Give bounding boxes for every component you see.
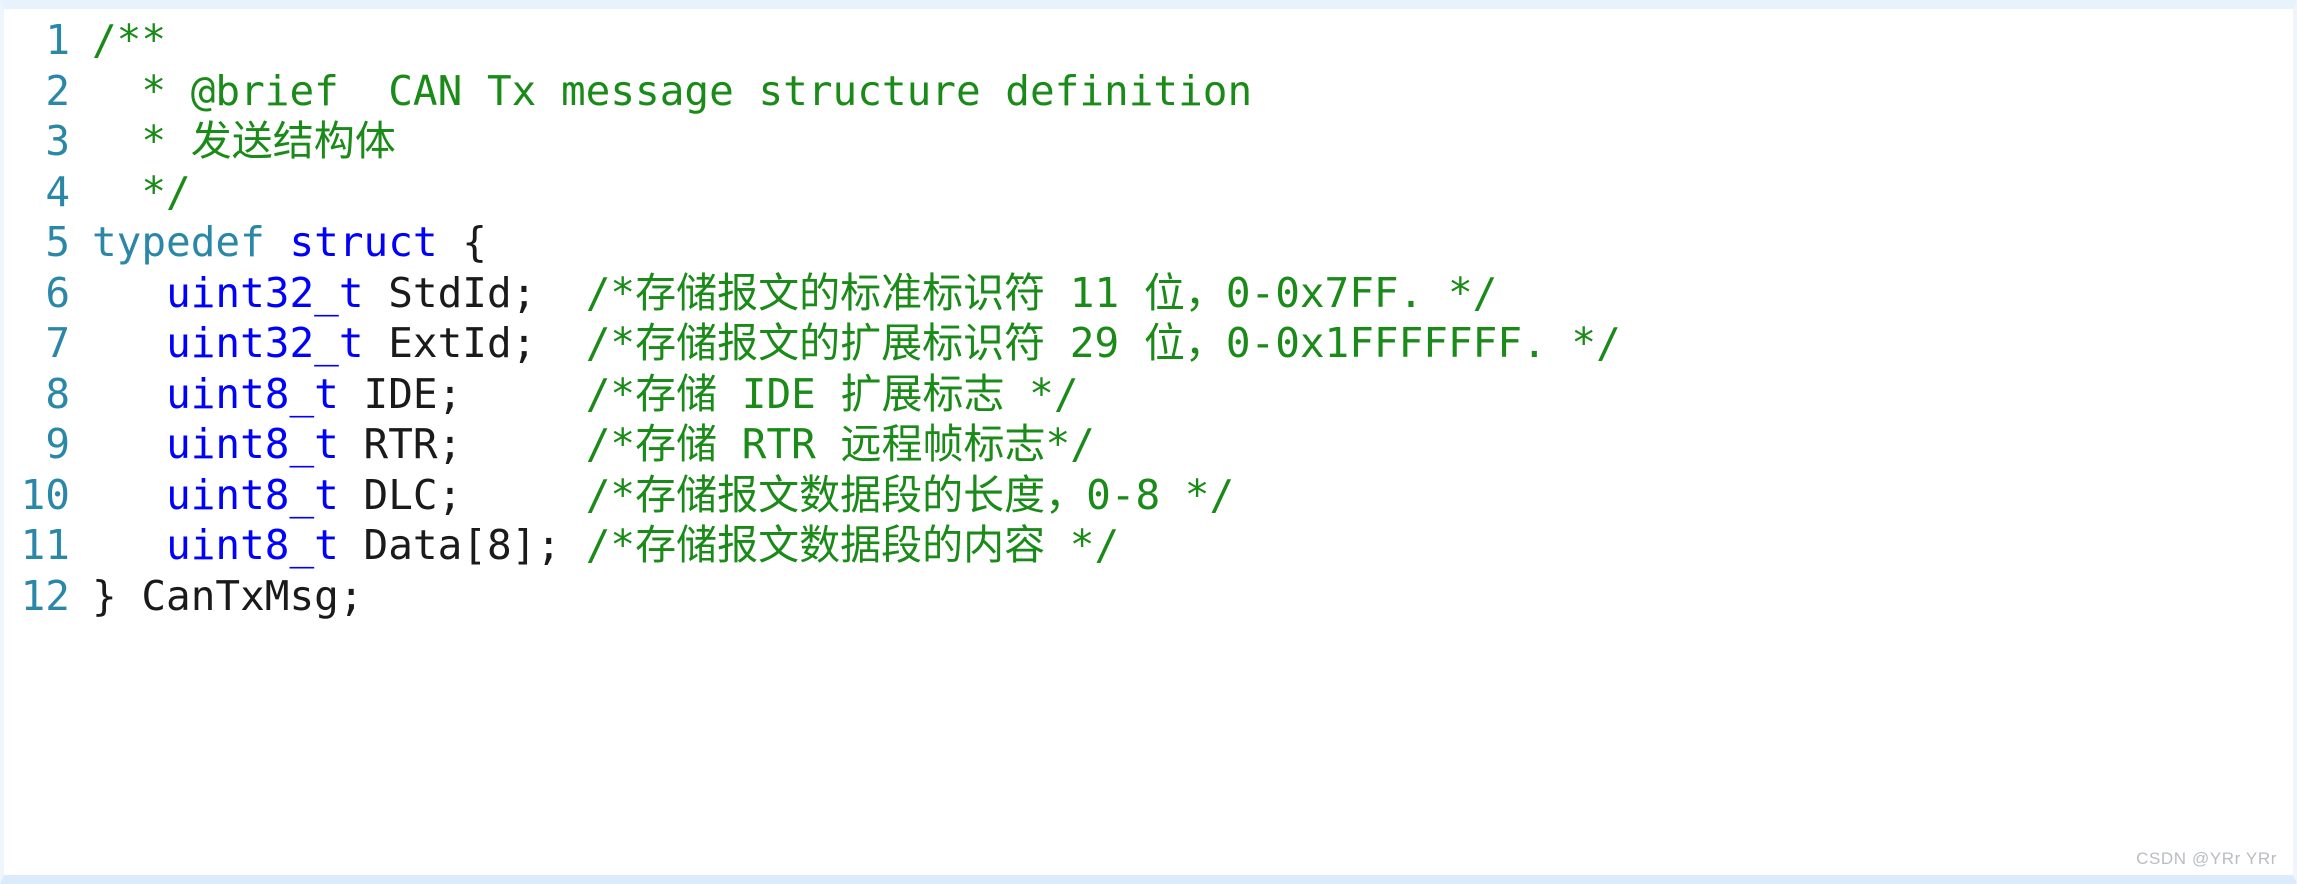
- line-number: 4: [45, 167, 70, 216]
- code-line-text[interactable]: * @brief CAN Tx message structure defini…: [70, 66, 1252, 117]
- token-comment: * @brief CAN Tx message structure defini…: [92, 66, 1253, 115]
- code-line[interactable]: 9 uint8_t RTR; /*存储 RTR 远程帧标志*/: [4, 419, 2293, 470]
- token-comment: * 发送结构体: [92, 117, 396, 165]
- line-number: 8: [45, 369, 70, 418]
- line-number: 7: [45, 319, 70, 367]
- code-line[interactable]: 8 uint8_t IDE; /*存储 IDE 扩展标志 */: [4, 369, 2293, 420]
- token-type: uint8_t: [166, 420, 339, 468]
- code-line[interactable]: 12 } CanTxMsg;: [4, 571, 2293, 622]
- token-type: uint8_t: [166, 470, 339, 519]
- code-line-text[interactable]: typedef struct {: [70, 217, 487, 268]
- token-comment: /**: [92, 16, 167, 64]
- line-number: 1: [45, 16, 70, 64]
- code-line[interactable]: 1 /**: [4, 15, 2293, 66]
- token-comment: /*存储 RTR 远程帧标志*/: [585, 420, 1095, 468]
- token-plain: {: [437, 218, 487, 266]
- code-line-text[interactable]: uint8_t DLC; /*存储报文数据段的长度，0-8 */: [70, 470, 1234, 521]
- line-number: 12: [20, 571, 70, 620]
- token-comment: /*存储报文数据段的长度，0-8 */: [585, 470, 1235, 519]
- code-line-text[interactable]: uint8_t IDE; /*存储 IDE 扩展标志 */: [70, 369, 1079, 420]
- token-struct: struct: [289, 218, 438, 266]
- code-line[interactable]: 2 * @brief CAN Tx message structure defi…: [4, 66, 2293, 117]
- line-number: 9: [45, 420, 70, 468]
- token-plain: DLC;: [338, 470, 586, 519]
- token-type: uint32_t: [166, 268, 364, 317]
- token-comment: /*存储报文的标准标识符 11 位，0-0x7FF. */: [585, 268, 1498, 317]
- code-line-text[interactable]: uint32_t ExtId; /*存储报文的扩展标识符 29 位，0-0x1F…: [70, 318, 1621, 369]
- code-line[interactable]: 5 typedef struct {: [4, 217, 2293, 268]
- code-line[interactable]: 11 uint8_t Data[8]; /*存储报文数据段的内容 */: [4, 520, 2293, 571]
- token-comment: */: [92, 167, 191, 216]
- code-line[interactable]: 4 */: [4, 167, 2293, 218]
- code-line[interactable]: 3 * 发送结构体: [4, 116, 2293, 167]
- token-plain: Data[8];: [338, 521, 586, 569]
- token-plain: } CanTxMsg;: [92, 571, 364, 620]
- line-number: 6: [45, 268, 70, 317]
- token-type: uint8_t: [166, 369, 339, 418]
- code-block[interactable]: 1/** 2 * @brief CAN Tx message structure …: [4, 9, 2293, 621]
- token-keyword: typedef: [92, 218, 265, 266]
- line-number: 11: [20, 521, 70, 569]
- code-line-text[interactable]: uint32_t StdId; /*存储报文的标准标识符 11 位，0-0x7F…: [70, 268, 1497, 319]
- code-line-text[interactable]: } CanTxMsg;: [70, 571, 364, 622]
- code-line[interactable]: 6 uint32_t StdId; /*存储报文的标准标识符 11 位，0-0x…: [4, 268, 2293, 319]
- line-number: 3: [45, 117, 70, 165]
- csdn-watermark: CSDN @YRr YRr: [2136, 849, 2277, 868]
- code-line[interactable]: 7 uint32_t ExtId; /*存储报文的扩展标识符 29 位，0-0x…: [4, 318, 2293, 369]
- token-comment: /*存储 IDE 扩展标志 */: [585, 369, 1079, 418]
- token-plain: StdId;: [363, 268, 586, 317]
- token-comment: /*存储报文数据段的内容 */: [585, 521, 1120, 569]
- code-snippet-card: 1/** 2 * @brief CAN Tx message structure …: [0, 0, 2297, 884]
- code-line-text[interactable]: uint8_t RTR; /*存储 RTR 远程帧标志*/: [70, 419, 1095, 470]
- token-plain: RTR;: [338, 420, 586, 468]
- token-plain: IDE;: [338, 369, 586, 418]
- token-type: uint32_t: [166, 319, 364, 367]
- line-number: 2: [45, 66, 70, 115]
- token-comment: /*存储报文的扩展标识符 29 位，0-0x1FFFFFFF. */: [585, 319, 1621, 367]
- code-line-text[interactable]: * 发送结构体: [70, 116, 396, 167]
- code-line[interactable]: 10 uint8_t DLC; /*存储报文数据段的长度，0-8 */: [4, 470, 2293, 521]
- token-plain: ExtId;: [363, 319, 586, 367]
- code-line-text[interactable]: /**: [70, 15, 166, 66]
- line-number: 5: [45, 218, 70, 266]
- code-line-text[interactable]: uint8_t Data[8]; /*存储报文数据段的内容 */: [70, 520, 1119, 571]
- code-line-text[interactable]: */: [70, 167, 191, 218]
- line-number: 10: [20, 470, 70, 519]
- token-type: uint8_t: [166, 521, 339, 569]
